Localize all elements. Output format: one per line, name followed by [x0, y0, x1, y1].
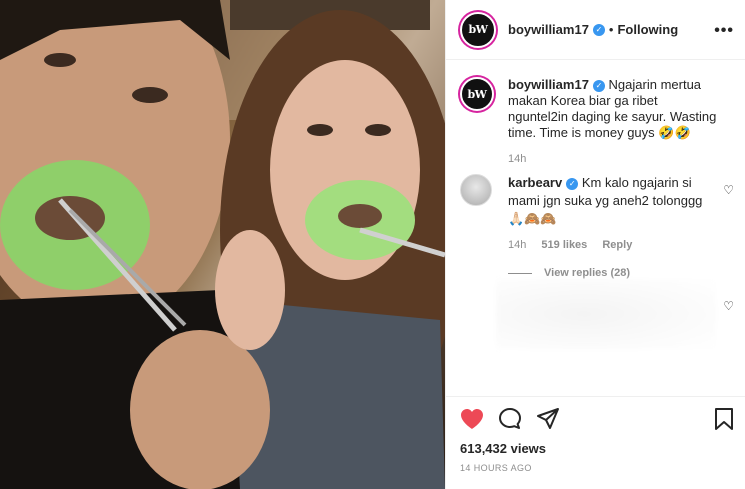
caption-username[interactable]: boywilliam17 — [508, 77, 589, 92]
small-heart-icon[interactable]: ♡ — [723, 183, 734, 197]
comment-likes[interactable]: 519 likes — [541, 239, 587, 251]
view-count[interactable]: 613,432 views — [460, 441, 546, 456]
small-heart-icon[interactable]: ♡ — [723, 299, 734, 313]
comment-time[interactable]: 14h — [508, 239, 526, 251]
caption-time[interactable]: 14h — [508, 151, 718, 167]
header-separator: • — [608, 22, 614, 37]
photo-illustration — [0, 0, 445, 489]
post-header: bW boywilliam17 ✓ • Following ••• — [446, 0, 745, 60]
heart-icon[interactable] — [460, 408, 484, 430]
bookmark-icon[interactable] — [714, 407, 734, 431]
comment-icon[interactable] — [498, 407, 522, 431]
post-photo[interactable] — [0, 0, 445, 489]
caption-avatar[interactable]: bW — [460, 77, 494, 111]
caption: bW boywilliam17 ✓ Ngajarin mertua makan K… — [460, 77, 730, 167]
blurred-comment — [496, 279, 716, 349]
verified-icon: ✓ — [566, 178, 579, 190]
avatar-monogram: bW — [468, 23, 488, 36]
commenter-avatar[interactable] — [460, 174, 492, 206]
avatar-monogram: bW — [467, 87, 487, 101]
post-timestamp[interactable]: 14 HOURS AGO — [460, 463, 532, 473]
post-side-panel: bW boywilliam17 ✓ • Following ••• bW boy… — [445, 0, 745, 489]
action-bar: 613,432 views 14 HOURS AGO — [446, 396, 745, 489]
comments-section[interactable]: bW boywilliam17 ✓ Ngajarin mertua makan K… — [446, 61, 745, 395]
more-icon[interactable]: ••• — [714, 22, 734, 40]
verified-icon: ✓ — [592, 23, 605, 36]
reply-button[interactable]: Reply — [602, 239, 632, 251]
author-avatar[interactable]: bW — [460, 11, 496, 48]
verified-icon: ✓ — [592, 80, 605, 92]
action-icons — [460, 407, 574, 431]
comment-item: karbearv ✓ Km kalo ngajarin si mami jgn s… — [460, 174, 736, 282]
author-username[interactable]: boywilliam17 — [508, 22, 589, 37]
commenter-username[interactable]: karbearv — [508, 175, 562, 190]
share-icon[interactable] — [536, 407, 560, 431]
following-button[interactable]: Following — [617, 22, 678, 37]
comment-meta: 14h 519 likes Reply — [508, 236, 706, 254]
replies-divider — [508, 272, 532, 274]
instagram-post: bW boywilliam17 ✓ • Following ••• bW boy… — [0, 0, 745, 489]
